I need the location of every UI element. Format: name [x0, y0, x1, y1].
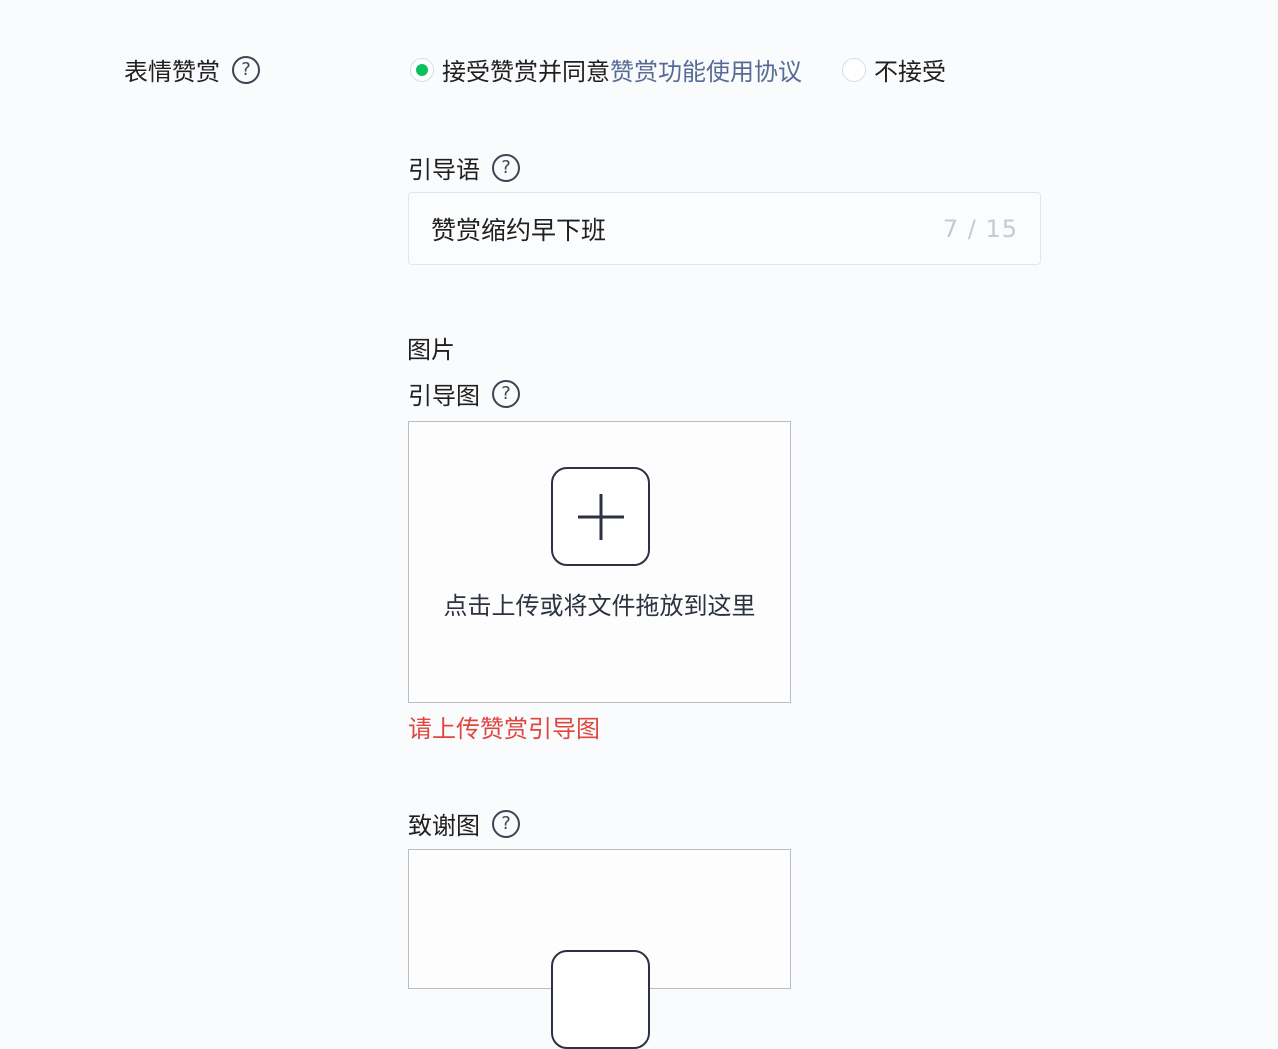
reject-radio-label[interactable]: 不接受 [874, 52, 946, 87]
help-icon[interactable]: ? [492, 153, 520, 182]
help-icon[interactable]: ? [492, 379, 520, 408]
thanks-image-upload[interactable] [408, 849, 791, 1049]
reject-radio[interactable] [842, 57, 866, 82]
guide-text-value[interactable]: 赞赏缩约早下班 [431, 211, 606, 247]
reward-row-title: 表情赞赏 ? [124, 52, 260, 87]
image-section-title: 图片 [407, 336, 455, 364]
reward-title: 表情赞赏 [124, 58, 220, 86]
upload-error-message: 请上传赞赏引导图 [408, 715, 600, 743]
guide-text-label-row: 引导语 ? [408, 150, 520, 185]
upload-button[interactable] [551, 950, 650, 1049]
guide-image-label-row: 引导图 ? [408, 376, 520, 411]
accept-radio[interactable] [410, 57, 434, 82]
help-icon[interactable]: ? [232, 55, 260, 84]
thanks-image-label: 致谢图 [408, 812, 480, 840]
plus-icon [577, 493, 624, 540]
accept-radio-label[interactable]: 接受赞赏并同意 [442, 52, 610, 87]
upload-button[interactable] [551, 467, 650, 566]
guide-image-upload[interactable]: 点击上传或将文件拖放到这里 [408, 421, 791, 703]
guide-text-input[interactable]: 赞赏缩约早下班 7 / 15 [408, 192, 1041, 265]
help-icon[interactable]: ? [492, 809, 520, 838]
guide-text-label: 引导语 [408, 156, 480, 184]
thanks-image-label-row: 致谢图 ? [408, 806, 520, 841]
reject-option[interactable]: 不接受 [842, 52, 946, 87]
agreement-link[interactable]: 赞赏功能使用协议 [610, 52, 802, 87]
reward-radio-group: 接受赞赏并同意 赞赏功能使用协议 不接受 [410, 52, 946, 87]
radio-selected-dot [416, 63, 428, 76]
char-counter: 7 / 15 [942, 214, 1018, 243]
upload-hint: 点击上传或将文件拖放到这里 [443, 592, 756, 620]
guide-image-label: 引导图 [408, 382, 480, 410]
